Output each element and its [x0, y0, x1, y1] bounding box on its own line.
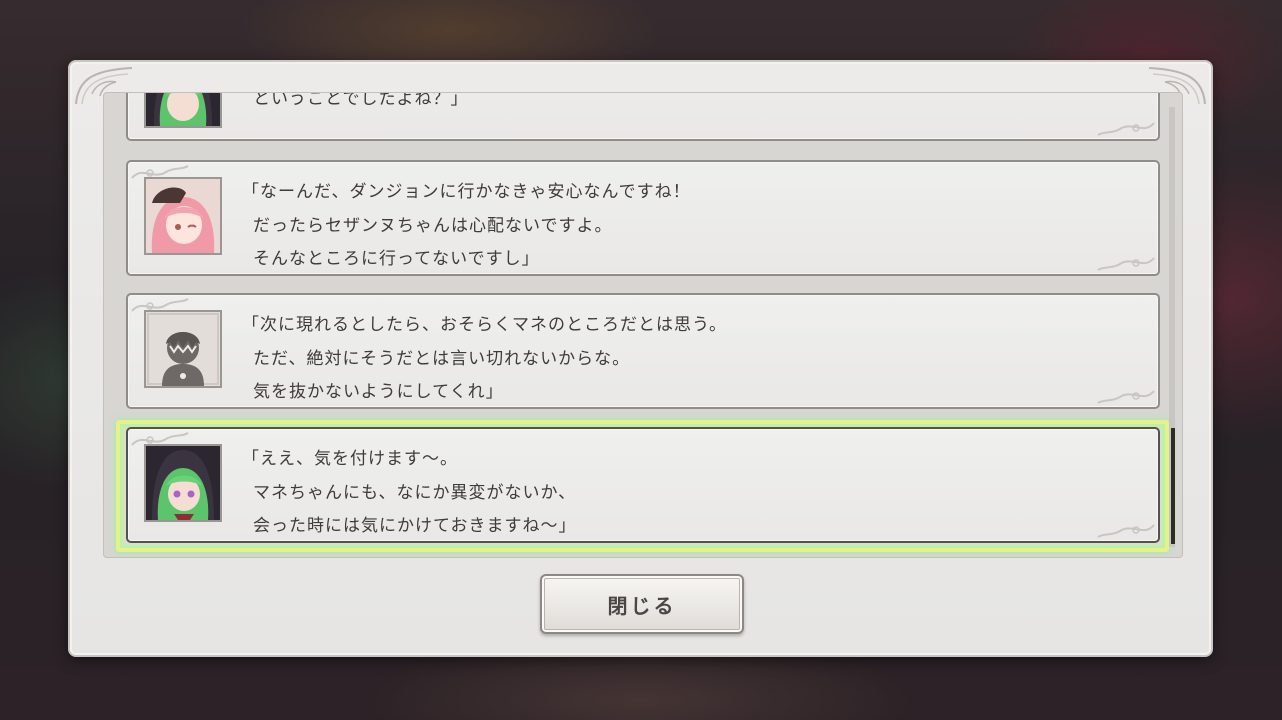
close-button-label: 閉じる	[607, 593, 677, 618]
dialog-line: マネちゃんにも、なにか異変がないか、	[253, 482, 577, 503]
silhouette-portrait-icon	[144, 310, 222, 388]
backlog-dialog: ということでしたよね？」 「なーんだ、ダンジョンに行かなきゃ安心なんですね！ だ…	[68, 60, 1213, 657]
dialog-line: 「ええ、気を付けます～。	[242, 449, 458, 469]
dialog-line: 気を抜かないようにしてくれ」	[253, 382, 504, 402]
dialog-line: ということでしたよね？」	[253, 92, 469, 109]
dialog-line: だったらセザンヌちゃんは心配ないですよ。	[253, 215, 613, 236]
scroll-ornament-icon	[1097, 390, 1155, 404]
scroll-ornament-icon	[1097, 122, 1155, 136]
dialog-line: そんなところに行ってないですし」	[253, 249, 540, 269]
entry-text: ということでしたよね？」	[242, 92, 469, 116]
dialog-line: 「次に現れるとしたら、おそらくマネのところだとは思う。	[242, 315, 727, 335]
close-button[interactable]: 閉じる	[540, 574, 744, 634]
pink-hair-girl-portrait-icon	[144, 177, 222, 255]
backlog-entry: 「次に現れるとしたら、おそらくマネのところだとは思う。 ただ、絶対にそうだとは言…	[126, 293, 1160, 409]
dialog-line: 「なーんだ、ダンジョンに行かなきゃ安心なんですね！	[242, 182, 691, 202]
backlog-entry-selected[interactable]: 「ええ、気を付けます～。 マネちゃんにも、なにか異変がないか、 会った時には気に…	[126, 427, 1160, 543]
entry-text: 「ええ、気を付けます～。 マネちゃんにも、なにか異変がないか、 会った時には気に…	[242, 443, 577, 544]
scroll-ornament-icon	[1097, 524, 1155, 538]
dialog-line: ただ、絶対にそうだとは言い切れないからな。	[253, 348, 631, 369]
green-hair-hooded-girl-portrait-icon	[144, 93, 222, 128]
scrollbar-thumb[interactable]	[1171, 428, 1175, 544]
backlog-list[interactable]: ということでしたよね？」 「なーんだ、ダンジョンに行かなきゃ安心なんですね！ だ…	[103, 92, 1183, 558]
backlog-entry: ということでしたよね？」	[126, 92, 1160, 141]
scroll-ornament-icon	[1097, 257, 1155, 271]
entry-text: 「なーんだ、ダンジョンに行かなきゃ安心なんですね！ だったらセザンヌちゃんは心配…	[242, 176, 691, 277]
dialog-line: 会った時には気にかけておきますね～」	[253, 516, 577, 536]
backlog-entry: 「なーんだ、ダンジョンに行かなきゃ安心なんですね！ だったらセザンヌちゃんは心配…	[126, 160, 1160, 276]
green-hair-hooded-girl-portrait-icon	[144, 444, 222, 522]
entry-text: 「次に現れるとしたら、おそらくマネのところだとは思う。 ただ、絶対にそうだとは言…	[242, 309, 727, 410]
